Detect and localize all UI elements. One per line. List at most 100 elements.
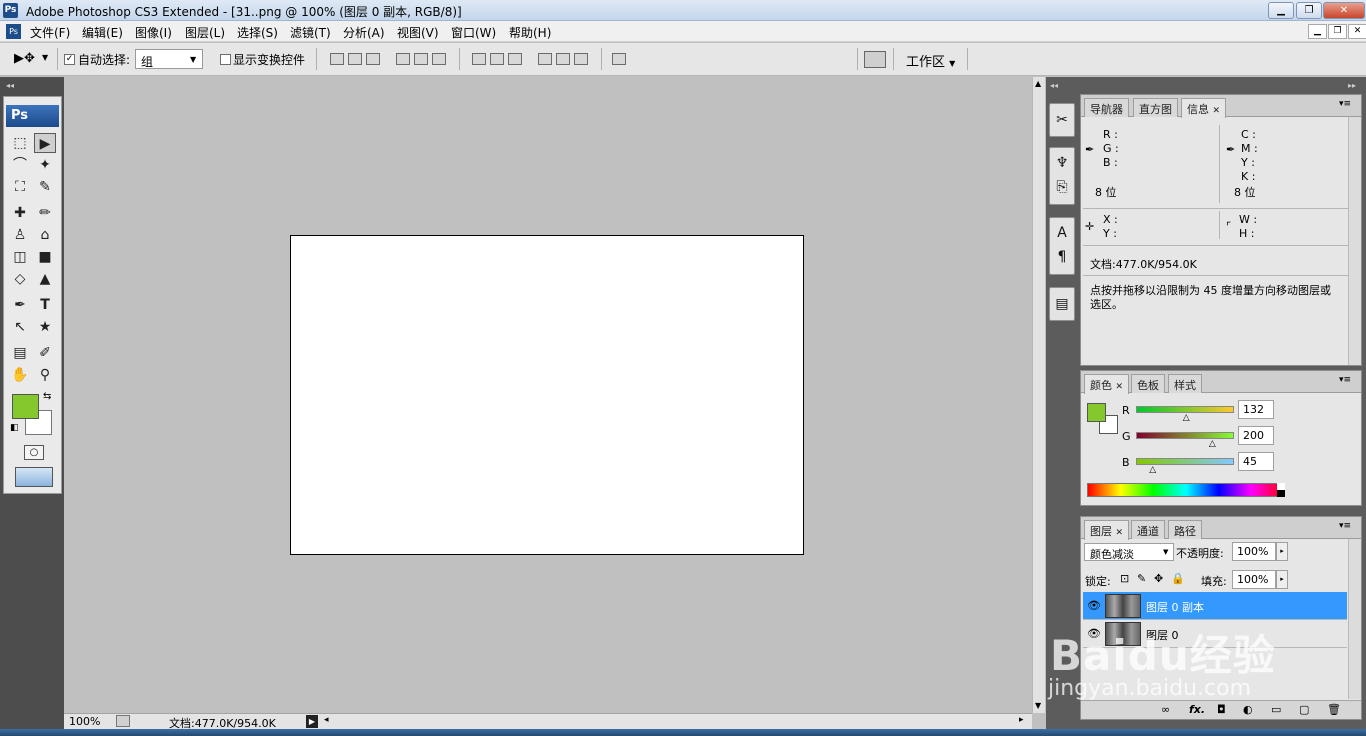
panel-menu-icon[interactable]: ▾≡ — [1339, 375, 1351, 385]
doc-close-button[interactable]: ✕ — [1348, 24, 1366, 39]
fill-input[interactable]: 100% — [1232, 570, 1276, 589]
tab-histogram[interactable]: 直方图 — [1133, 98, 1178, 117]
quick-mask-icon[interactable]: ○ — [24, 445, 44, 460]
delete-layer-icon[interactable]: 🗑 — [1327, 703, 1341, 716]
doc-minimize-button[interactable]: ▁ — [1308, 24, 1327, 39]
spectrum-black-swatch[interactable] — [1277, 490, 1285, 497]
dodge-tool[interactable]: ▲ — [34, 269, 56, 289]
layers-scrollbar[interactable] — [1348, 539, 1361, 699]
auto-select-dropdown[interactable]: 组 ▼ — [135, 49, 203, 69]
channel-r-slider[interactable] — [1136, 406, 1234, 413]
close-window-button[interactable]: ✕ — [1323, 2, 1365, 19]
foreground-color-swatch[interactable] — [12, 394, 39, 419]
spectrum-white-swatch[interactable] — [1277, 483, 1285, 490]
menu-view[interactable]: 视图(V) — [397, 24, 439, 41]
doc-restore-button[interactable]: ❐ — [1328, 24, 1347, 39]
distribute-bottom-icon[interactable] — [508, 53, 522, 65]
eye-icon[interactable]: 👁 — [1085, 593, 1103, 619]
move-tool-icon[interactable]: ▶✥ — [14, 51, 35, 66]
tab-paths[interactable]: 路径 — [1168, 520, 1202, 539]
auto-select-checkbox[interactable]: ✓ — [64, 54, 75, 65]
align-bottom-icon[interactable] — [366, 53, 380, 65]
tool-preset-dropdown-icon[interactable]: ▼ — [42, 53, 48, 62]
move-tool[interactable]: ▶ — [34, 133, 56, 153]
align-top-icon[interactable] — [330, 53, 344, 65]
channel-b-slider[interactable] — [1136, 458, 1234, 465]
bridge-icon[interactable] — [864, 51, 886, 68]
show-transform-checkbox[interactable] — [220, 54, 231, 65]
close-tab-icon[interactable]: ✕ — [1116, 382, 1124, 392]
tab-info[interactable]: 信息 ✕ — [1181, 98, 1227, 118]
blend-mode-dropdown[interactable]: 颜色减淡 ▼ — [1084, 543, 1174, 561]
status-info-icon[interactable] — [116, 715, 130, 727]
channel-b-input[interactable]: 45 — [1238, 452, 1274, 471]
zoom-tool[interactable]: ⚲ — [34, 365, 56, 385]
fill-slider-arrow-icon[interactable]: ▸ — [1276, 570, 1288, 589]
new-layer-icon[interactable]: ▢ — [1299, 703, 1309, 716]
opacity-slider-arrow-icon[interactable]: ▸ — [1276, 542, 1288, 561]
notes-tool[interactable]: ▤ — [9, 343, 31, 363]
new-group-icon[interactable]: ▭ — [1271, 703, 1281, 716]
crop-tool[interactable]: ⛶ — [9, 177, 31, 197]
clone-source-icon[interactable]: ⎘ — [1050, 176, 1074, 198]
healing-brush-tool[interactable]: ✚ — [9, 203, 31, 223]
swap-colors-icon[interactable]: ⇆ — [43, 391, 51, 402]
collapse-toolbox-icon[interactable]: ◂◂ — [6, 81, 14, 90]
info-panel-scrollbar[interactable] — [1348, 117, 1361, 365]
panel-menu-icon[interactable]: ▾≡ — [1339, 99, 1351, 109]
paragraph-icon[interactable]: ¶ — [1050, 246, 1074, 268]
character-icon[interactable]: A — [1050, 222, 1074, 244]
channel-g-input[interactable]: 200 — [1238, 426, 1274, 445]
menu-file[interactable]: 文件(F) — [30, 24, 70, 41]
expand-dock-icon[interactable]: ◂◂ — [1050, 81, 1058, 90]
align-hcenter-icon[interactable] — [414, 53, 428, 65]
channel-r-thumb[interactable]: △ — [1183, 413, 1190, 423]
distribute-left-icon[interactable] — [538, 53, 552, 65]
menu-filter[interactable]: 滤镜(T) — [290, 24, 331, 41]
type-tool[interactable]: T — [34, 295, 56, 315]
restore-button[interactable]: ❐ — [1296, 2, 1322, 19]
distribute-top-icon[interactable] — [472, 53, 486, 65]
panel-menu-icon[interactable]: ▾≡ — [1339, 521, 1351, 531]
path-selection-tool[interactable]: ↖ — [9, 317, 31, 337]
pen-tool[interactable]: ✒ — [9, 295, 31, 315]
layer-row[interactable]: 👁 图层 0 副本 — [1083, 592, 1347, 620]
tab-color[interactable]: 颜色 ✕ — [1084, 374, 1130, 394]
gradient-tool[interactable]: ■ — [34, 247, 56, 267]
layer-style-icon[interactable]: fx. — [1189, 703, 1205, 716]
align-vcenter-icon[interactable] — [348, 53, 362, 65]
scroll-left-icon[interactable]: ◂ — [324, 715, 329, 725]
eyedropper-tool[interactable]: ✐ — [34, 343, 56, 363]
menu-analysis[interactable]: 分析(A) — [343, 24, 385, 41]
clone-stamp-tool[interactable]: ♙ — [9, 225, 31, 245]
align-left-icon[interactable] — [396, 53, 410, 65]
history-brush-tool[interactable]: ⌂ — [34, 225, 56, 245]
slice-tool[interactable]: ✎ — [34, 177, 56, 197]
color-panel-fg-swatch[interactable] — [1087, 403, 1106, 422]
layer-comps-icon[interactable]: ▤ — [1050, 293, 1074, 315]
tab-styles[interactable]: 样式 — [1168, 374, 1202, 393]
menu-select[interactable]: 选择(S) — [237, 24, 278, 41]
distribute-right-icon[interactable] — [574, 53, 588, 65]
layer-mask-icon[interactable]: ◘ — [1217, 703, 1226, 716]
lock-transparency-icon[interactable]: ⊡ — [1120, 572, 1129, 585]
hand-tool[interactable]: ✋ — [9, 365, 31, 385]
color-spectrum-bar[interactable] — [1087, 483, 1285, 497]
menu-help[interactable]: 帮助(H) — [509, 24, 551, 41]
lock-all-icon[interactable]: 🔒 — [1171, 572, 1185, 585]
menu-layer[interactable]: 图层(L) — [185, 24, 225, 41]
adjustment-layer-icon[interactable]: ◐ — [1243, 703, 1253, 716]
brushes-icon[interactable]: ♆ — [1050, 152, 1074, 174]
blur-tool[interactable]: ◇ — [9, 269, 31, 289]
scroll-right-icon[interactable]: ▸ — [1019, 715, 1024, 725]
minimize-button[interactable]: ▁ — [1268, 2, 1294, 19]
channel-g-slider[interactable] — [1136, 432, 1234, 439]
distribute-vcenter-icon[interactable] — [490, 53, 504, 65]
scroll-up-icon[interactable]: ▲ — [1035, 79, 1041, 88]
lock-position-icon[interactable]: ✥ — [1154, 572, 1163, 585]
distribute-hcenter-icon[interactable] — [556, 53, 570, 65]
workspace-menu[interactable]: 工作区 ▼ — [906, 51, 955, 70]
auto-align-layers-icon[interactable] — [612, 53, 626, 65]
channel-b-thumb[interactable]: △ — [1149, 465, 1156, 475]
brush-tool[interactable]: ✏ — [34, 203, 56, 223]
